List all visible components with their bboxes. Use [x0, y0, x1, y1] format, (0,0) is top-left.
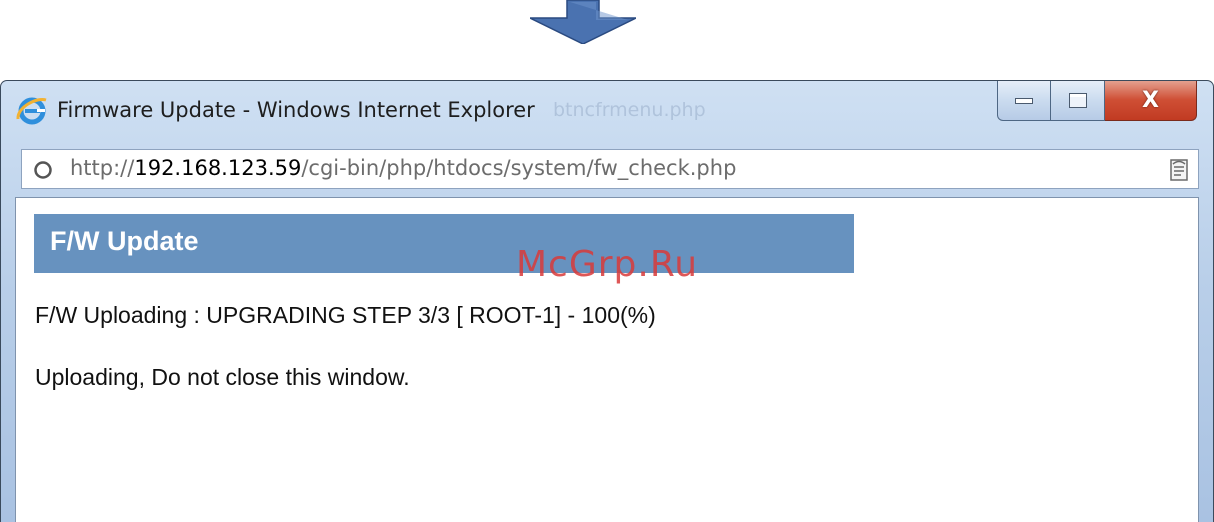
window-title: Firmware Update - Windows Internet Explo… [57, 98, 535, 122]
background-ghost-text: btncfrmenu.php [553, 99, 706, 121]
page-title: F/W Update [50, 226, 199, 256]
page-loading-icon [34, 161, 52, 179]
close-icon: X [1142, 87, 1159, 113]
url-host: 192.168.123.59 [134, 156, 302, 180]
title-bar: Firmware Update - Windows Internet Explo… [15, 95, 535, 125]
maximize-icon [1068, 93, 1087, 108]
url-prefix: http:// [70, 156, 135, 180]
page-content: F/W Update McGrp.Ru F/W Uploading : UPGR… [15, 197, 1199, 522]
minimize-icon [1015, 97, 1033, 104]
internet-explorer-icon [16, 97, 47, 125]
compatibility-view-icon[interactable] [1168, 158, 1190, 182]
upload-notice-text: Uploading, Do not close this window. [35, 364, 410, 390]
down-arrow-icon [530, 0, 636, 44]
url-path: /cgi-bin/php/htdocs/system/fw_check.php [301, 156, 737, 180]
watermark: McGrp.Ru [516, 244, 699, 285]
minimize-button[interactable] [997, 81, 1051, 121]
upload-status-text: F/W Uploading : UPGRADING STEP 3/3 [ ROO… [35, 302, 656, 328]
browser-window: Firmware Update - Windows Internet Explo… [0, 80, 1214, 522]
page-header-bar: F/W Update [34, 214, 854, 273]
close-button[interactable]: X [1105, 81, 1197, 121]
address-bar[interactable]: http://192.168.123.59/cgi-bin/php/htdocs… [21, 149, 1199, 189]
maximize-button[interactable] [1051, 81, 1105, 121]
address-url[interactable]: http://192.168.123.59/cgi-bin/php/htdocs… [70, 156, 736, 180]
window-caption-buttons: X [997, 81, 1197, 121]
